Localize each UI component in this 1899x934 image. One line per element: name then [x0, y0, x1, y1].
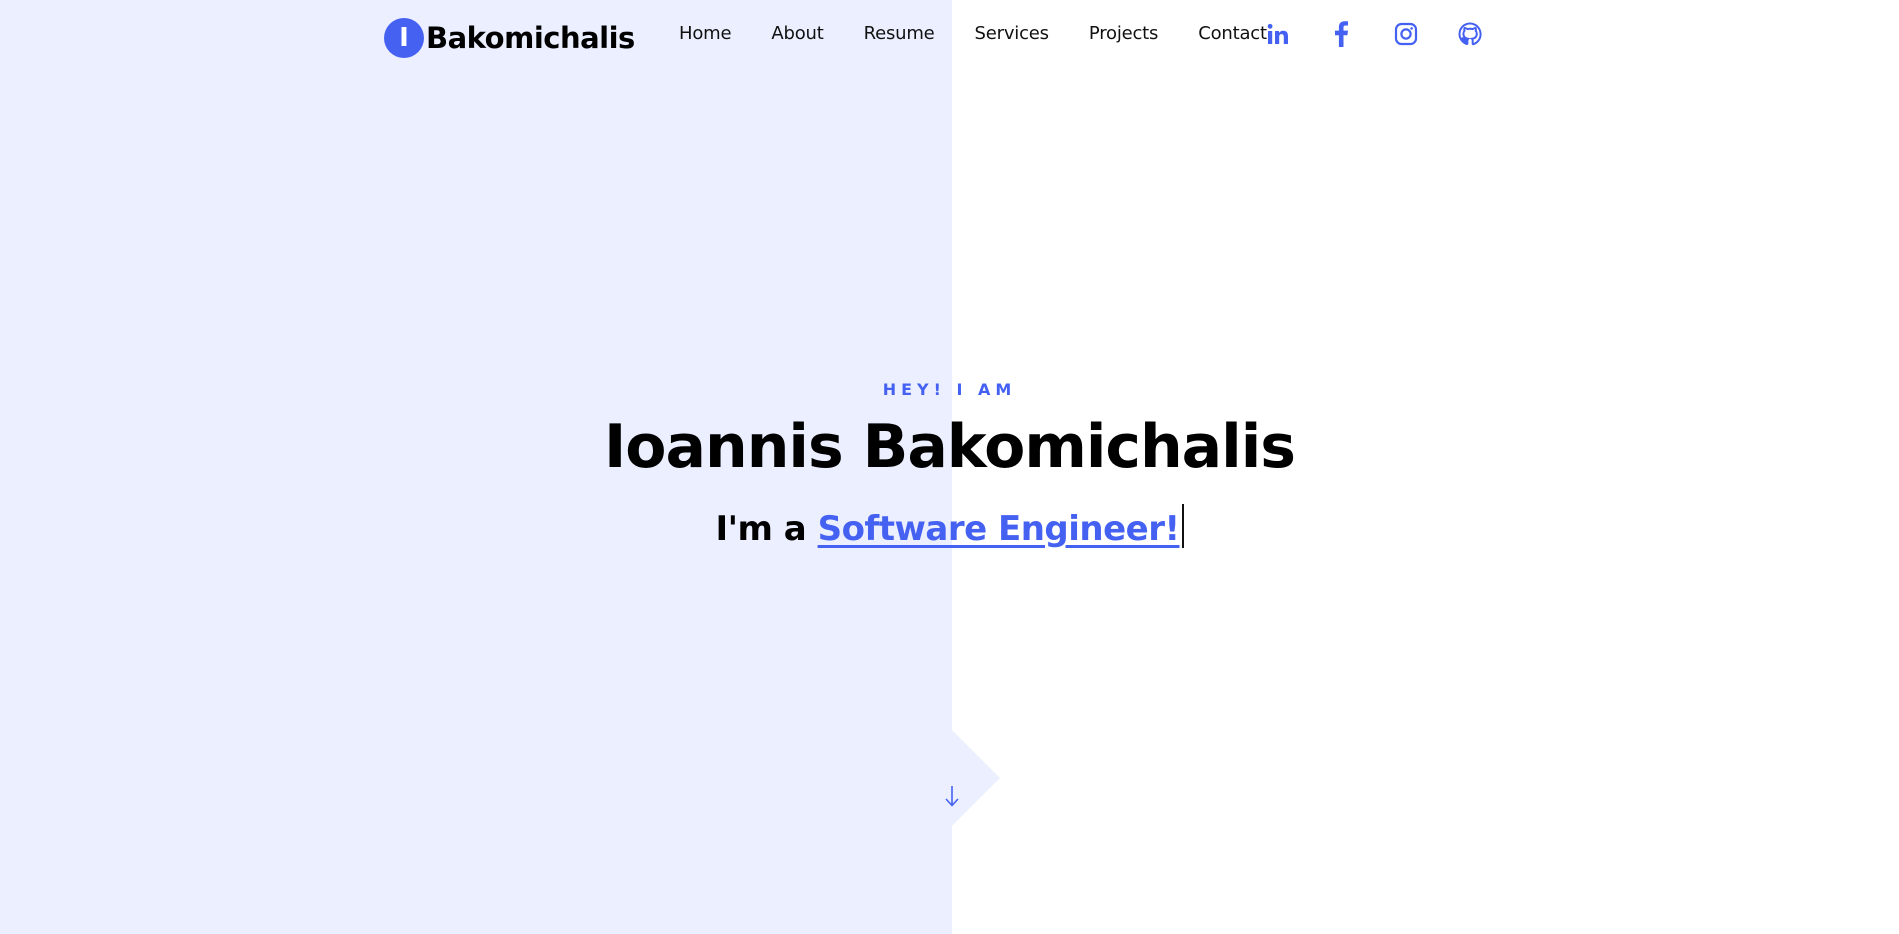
typing-cursor — [1181, 504, 1184, 548]
main-nav: Home About Resume Services Projects Cont… — [679, 22, 1307, 46]
logo-text: Bakomichalis — [426, 21, 635, 55]
nav-item-services[interactable]: Services — [975, 22, 1050, 46]
nav-item-about[interactable]: About — [771, 22, 823, 46]
social-links — [1264, 20, 1520, 48]
hero-name: Ioannis Bakomichalis — [603, 412, 1296, 482]
page: I Bakomichalis Home About Resume Service… — [0, 0, 1899, 934]
logo-badge: I — [384, 18, 424, 58]
instagram-icon[interactable] — [1392, 20, 1420, 48]
hero-role-highlight: Software Engineer! — [817, 509, 1180, 549]
nav-item-home[interactable]: Home — [679, 22, 732, 46]
nav-item-projects[interactable]: Projects — [1089, 22, 1159, 46]
logo-link[interactable]: I Bakomichalis — [384, 18, 635, 58]
hero-role: I'm a Software Engineer! — [0, 504, 1899, 549]
nav-item-resume[interactable]: Resume — [864, 22, 935, 46]
github-icon[interactable] — [1456, 20, 1484, 48]
hero-kicker: HEY! I AM — [882, 380, 1017, 399]
scroll-down-button[interactable] — [938, 782, 966, 810]
hero-role-prefix: I'm a — [715, 509, 818, 549]
arrow-down-icon — [945, 786, 959, 807]
linkedin-icon[interactable] — [1264, 20, 1292, 48]
site-header: I Bakomichalis Home About Resume Service… — [0, 0, 1899, 70]
panel-notch — [952, 730, 1000, 826]
nav-item-contact[interactable]: Contact — [1198, 22, 1267, 46]
facebook-icon[interactable] — [1328, 20, 1356, 48]
